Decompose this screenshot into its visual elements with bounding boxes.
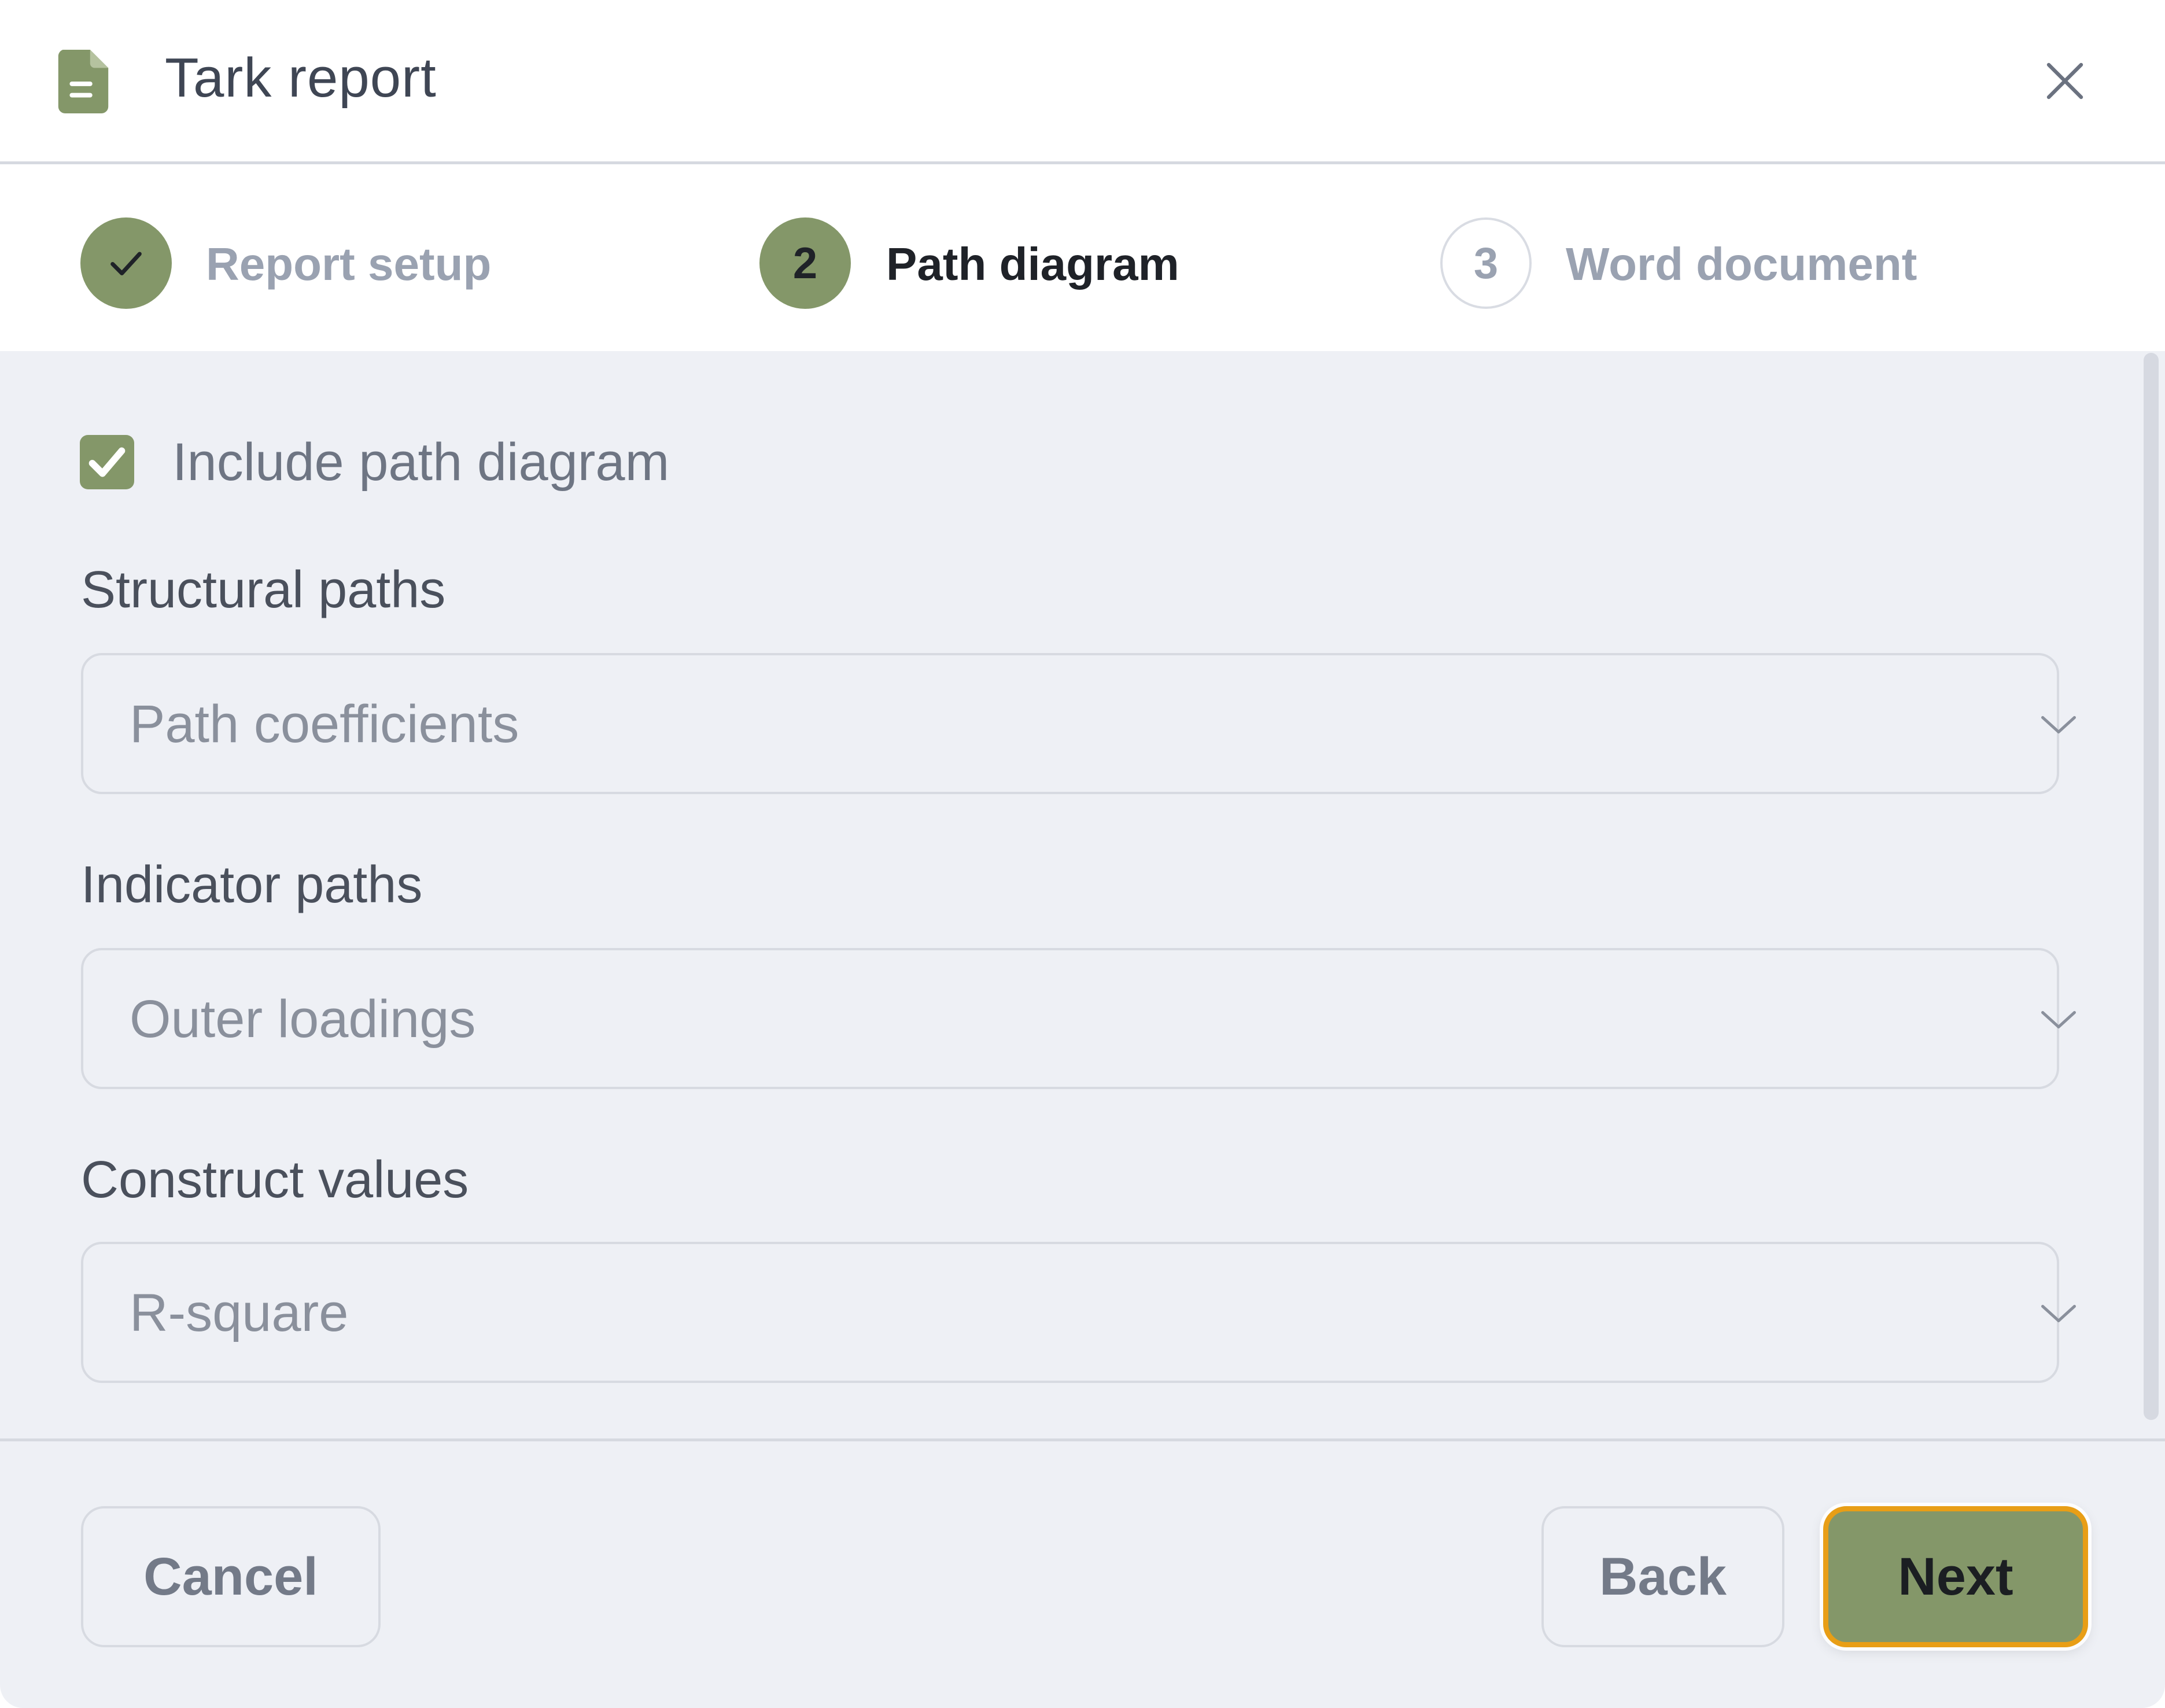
chevron-down-icon [2041,716,2076,733]
structural-paths-select[interactable]: Path coefficients [81,653,2076,794]
step-label: Word document [1566,238,1917,290]
report-dialog: Tark report Report setup 2 Path diagram … [0,0,2165,1708]
chevron-down-icon [2041,1011,2076,1028]
construct-values-select[interactable]: R-square [81,1242,2076,1383]
dialog-body: Include path diagram Structural paths Pa… [0,351,2165,1438]
checkbox-box[interactable] [80,435,134,489]
step-complete-circle [80,217,172,309]
select-value: R-square [130,1283,349,1342]
stepper: Report setup 2 Path diagram 3 Word docum… [0,167,2165,351]
checkmark-icon [110,252,142,275]
chevron-down-icon [2041,1305,2076,1322]
step-word-document[interactable]: 3 Word document [1440,217,1961,310]
indicator-paths-label: Indicator paths [81,856,423,914]
select-value: Outer loadings [130,990,476,1049]
step-path-diagram[interactable]: 2 Path diagram [759,217,1222,310]
cancel-button[interactable]: Cancel [81,1506,381,1647]
step-number: 2 [759,217,851,309]
step-label: Report setup [206,238,492,290]
structural-paths-label: Structural paths [81,561,446,619]
indicator-paths-select[interactable]: Outer loadings [81,948,2076,1089]
construct-values-label: Construct values [81,1151,469,1209]
checkmark-icon [88,447,126,477]
body-scrollbar[interactable] [2144,353,2159,1420]
step-label: Path diagram [886,238,1179,290]
back-button[interactable]: Back [1541,1506,1784,1647]
next-button[interactable]: Next [1823,1506,2088,1647]
step-number: 3 [1440,217,1532,309]
document-icon [58,50,109,113]
select-value: Path coefficients [130,695,519,754]
dialog-footer: Cancel Back Next [0,1438,2165,1708]
step-report-setup[interactable]: Report setup [80,217,543,310]
close-icon[interactable] [2042,58,2088,104]
dialog-header: Tark report [0,0,2165,164]
dialog-title: Tark report [165,47,437,109]
checkbox-label: Include path diagram [172,433,670,492]
